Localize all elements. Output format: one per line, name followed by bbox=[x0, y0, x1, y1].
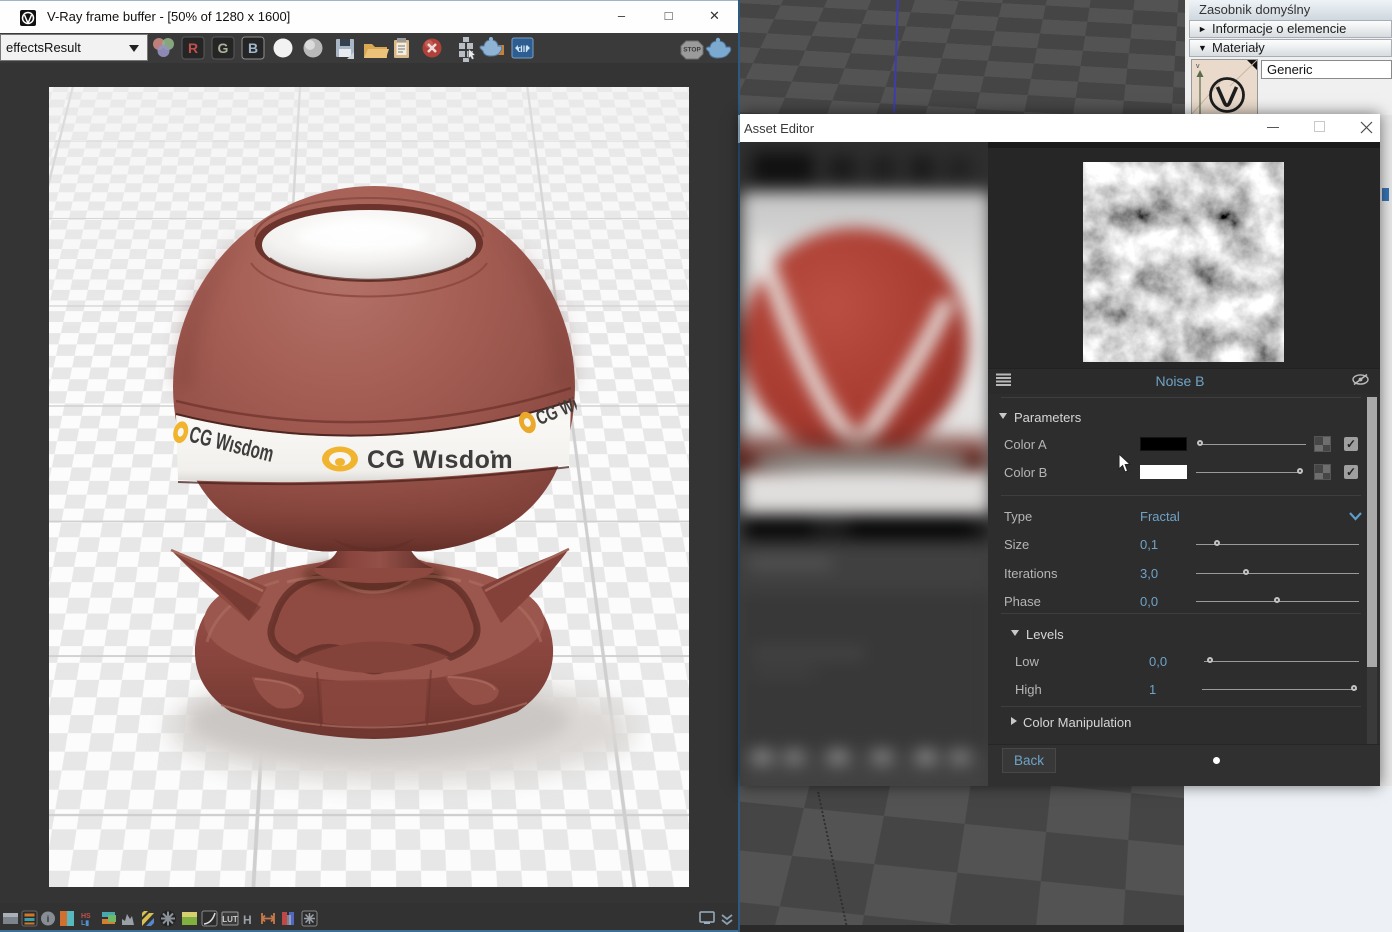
svg-text:HS: HS bbox=[81, 913, 91, 920]
svg-text:v: v bbox=[1196, 63, 1200, 70]
svg-text:i: i bbox=[47, 914, 50, 924]
svg-text:L▮: L▮ bbox=[81, 920, 89, 927]
svg-text:STOP: STOP bbox=[683, 47, 701, 54]
svg-text:dll: dll bbox=[517, 44, 528, 54]
svg-text:H: H bbox=[243, 913, 252, 927]
svg-text:CG Wısdom: CG Wısdom bbox=[367, 446, 513, 474]
svg-text:B: B bbox=[248, 40, 258, 56]
svg-text:G: G bbox=[218, 40, 229, 56]
svg-text:R: R bbox=[188, 40, 198, 56]
svg-text:LUT: LUT bbox=[222, 915, 238, 924]
